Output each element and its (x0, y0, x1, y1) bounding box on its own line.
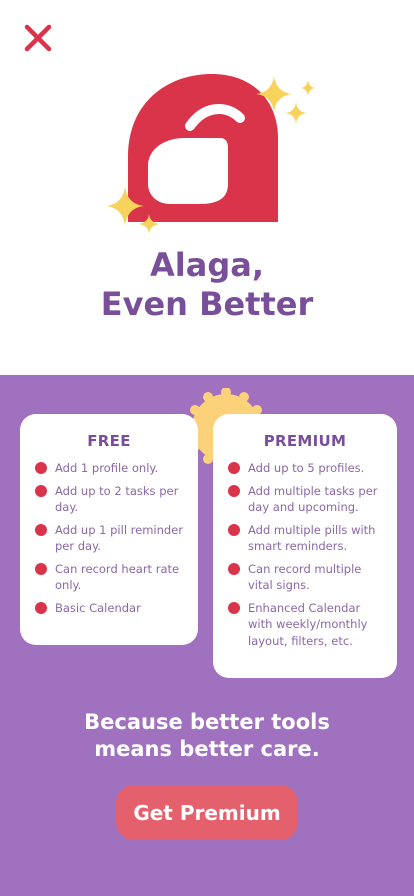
list-item: Add up to 5 profiles. (228, 460, 387, 477)
list-item: Add multiple pills with smart reminders. (228, 522, 387, 555)
list-item: Add up 1 pill reminder per day. (35, 522, 188, 555)
free-plan-title: FREE (87, 432, 131, 450)
bullet-dot-icon (228, 523, 240, 536)
get-premium-button[interactable]: Get Premium (116, 785, 298, 840)
free-feature-list: Add 1 profile only. Add up to 2 tasks pe… (20, 460, 198, 616)
tagline-line-2: means better care. (94, 737, 320, 761)
alaga-logo (106, 74, 315, 234)
free-plan-card: FREE Add 1 profile only. Add up to 2 tas… (20, 414, 198, 645)
bullet-dot-icon (228, 484, 240, 497)
bullet-dot-icon (228, 462, 240, 474)
sparkle-icon (285, 102, 307, 124)
premium-plan-card: PREMIUM Add up to 5 profiles. Add multip… (213, 414, 397, 678)
list-item: Enhanced Calendar with weekly/monthly la… (228, 600, 387, 650)
bullet-dot-icon (35, 601, 47, 614)
title-line-1: Alaga, (150, 246, 264, 284)
list-item: Add multiple tasks per day and upcoming. (228, 483, 387, 516)
bullet-dot-icon (35, 562, 47, 575)
close-icon (24, 24, 52, 52)
title-line-2: Even Better (100, 285, 314, 323)
tagline: Because better tools means better care. (0, 709, 414, 763)
close-button[interactable] (22, 22, 54, 54)
bullet-dot-icon (228, 601, 240, 614)
bullet-dot-icon (228, 562, 240, 575)
premium-feature-list: Add up to 5 profiles. Add multiple tasks… (213, 460, 397, 649)
list-item: Can record heart rate only. (35, 561, 188, 594)
list-item: Can record multiple vital signs. (228, 561, 387, 594)
bullet-dot-icon (35, 523, 47, 536)
list-item: Basic Calendar (35, 600, 188, 617)
bullet-dot-icon (35, 484, 47, 497)
tagline-line-1: Because better tools (84, 710, 330, 734)
page-title: Alaga, Even Better (0, 246, 414, 324)
list-item: Add 1 profile only. (35, 460, 188, 477)
sparkle-icon (301, 80, 315, 96)
premium-plan-title: PREMIUM (263, 432, 347, 450)
list-item: Add up to 2 tasks per day. (35, 483, 188, 516)
bullet-dot-icon (35, 462, 47, 474)
